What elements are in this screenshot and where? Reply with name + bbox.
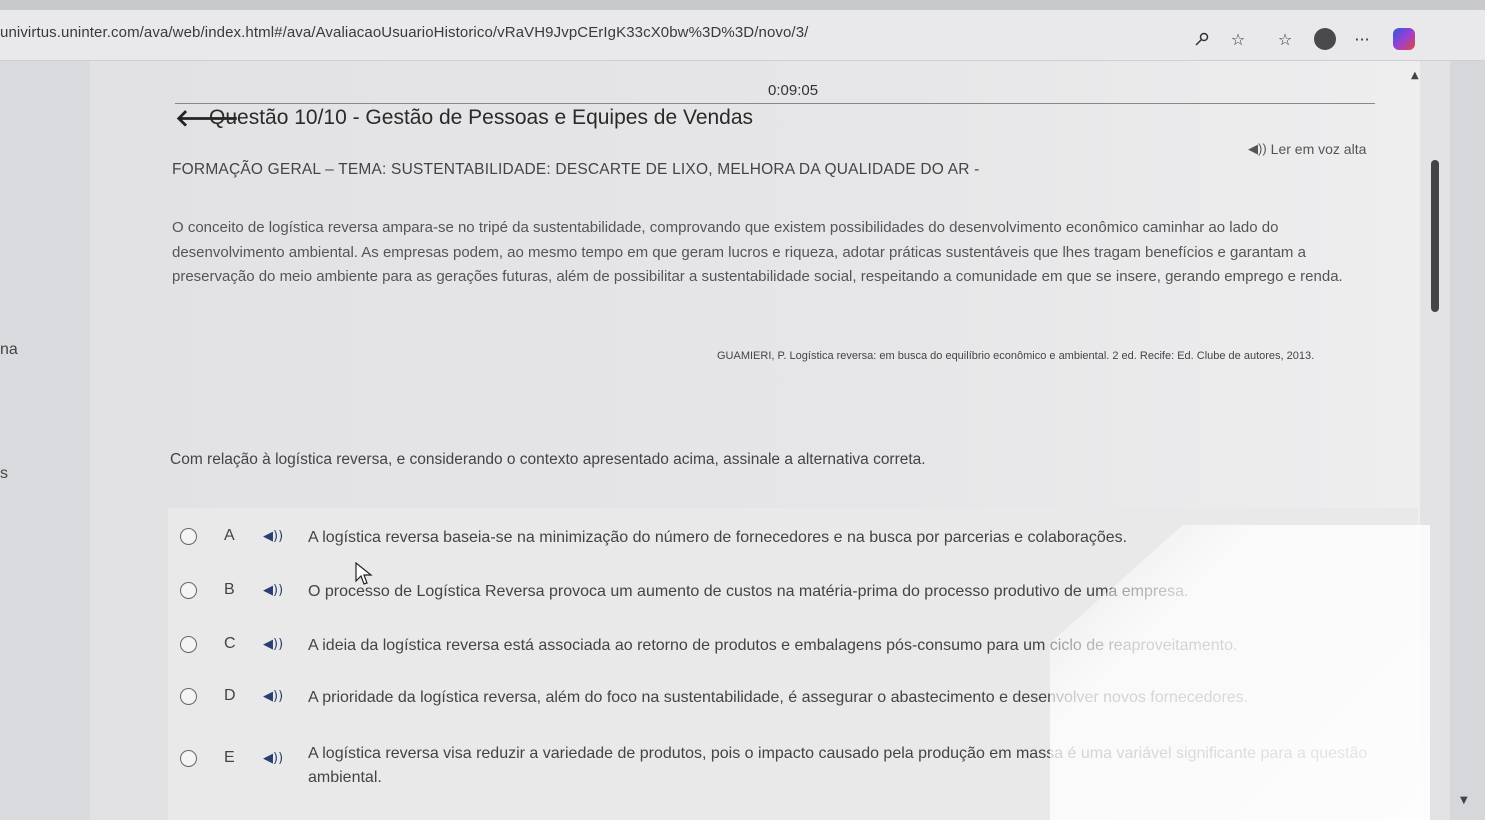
- question-paragraph: O conceito de logística reversa ampara-s…: [172, 219, 1343, 285]
- profile-icon[interactable]: [1313, 27, 1337, 51]
- option-letter: E: [224, 749, 235, 766]
- read-aloud-label: Ler em voz alta: [1270, 141, 1367, 157]
- option-letter: D: [224, 687, 236, 704]
- read-aloud-button[interactable]: ◀)) Ler em voz alta: [1248, 141, 1366, 157]
- option-letter: C: [224, 635, 236, 652]
- speaker-icon[interactable]: ◀)): [263, 529, 283, 544]
- speaker-icon[interactable]: ◀)): [263, 637, 283, 652]
- sidebar-fragment: s: [0, 465, 8, 482]
- scroll-up-icon[interactable]: ▲: [1411, 70, 1419, 81]
- address-bar[interactable]: univirtus.uninter.com/ava/web/index.html…: [0, 24, 808, 41]
- option-text: A logística reversa baseia-se na minimiz…: [308, 529, 1128, 546]
- more-icon[interactable]: ···: [1350, 27, 1374, 51]
- radio-a[interactable]: [180, 528, 197, 545]
- star-icon[interactable]: ☆: [1226, 27, 1250, 51]
- question-prompt: Com relação à logística reversa, e consi…: [170, 451, 926, 468]
- option-letter: A: [224, 527, 235, 544]
- quiz-timer: 0:09:05: [768, 82, 819, 99]
- speaker-icon[interactable]: ◀)): [263, 689, 283, 704]
- key-icon[interactable]: [1190, 27, 1214, 51]
- browser-top-strip: [0, 0, 1485, 10]
- browser-toolbar: univirtus.uninter.com/ava/web/index.html…: [0, 10, 1485, 61]
- question-title: Questão 10/10 - Gestão de Pessoas e Equi…: [209, 106, 754, 129]
- speaker-icon[interactable]: ◀)): [263, 751, 283, 766]
- speaker-icon: ◀)): [1248, 141, 1267, 156]
- sidebar-fragment: na: [0, 341, 18, 358]
- radio-c[interactable]: [180, 636, 197, 653]
- copilot-icon[interactable]: [1392, 27, 1416, 51]
- mouse-cursor-icon: [355, 561, 373, 592]
- scrollbar-thumb[interactable]: [1431, 160, 1439, 312]
- speaker-icon[interactable]: ◀)): [263, 583, 283, 598]
- scroll-down-icon[interactable]: ▼: [1460, 795, 1468, 806]
- divider: [175, 103, 1375, 104]
- option-text: A ideia da logística reversa está associ…: [308, 637, 1238, 654]
- citation: GUAMIERI, P. Logística reversa: em busca…: [717, 350, 1315, 362]
- answer-options: A ◀)) A logística reversa baseia-se na m…: [168, 508, 1418, 820]
- option-text: A logística reversa visa reduzir a varie…: [308, 745, 1368, 786]
- radio-b[interactable]: [180, 582, 197, 599]
- option-text: A prioridade da logística reversa, além …: [308, 689, 1249, 706]
- favorites-icon[interactable]: ☆: [1273, 27, 1297, 51]
- radio-e[interactable]: [180, 750, 197, 767]
- question-heading: FORMAÇÃO GERAL – TEMA: SUSTENTABILIDADE:…: [172, 161, 980, 178]
- option-text: O processo de Logística Reversa provoca …: [308, 583, 1189, 600]
- left-sidebar: na s: [0, 61, 90, 820]
- option-letter: B: [224, 581, 235, 598]
- radio-d[interactable]: [180, 688, 197, 705]
